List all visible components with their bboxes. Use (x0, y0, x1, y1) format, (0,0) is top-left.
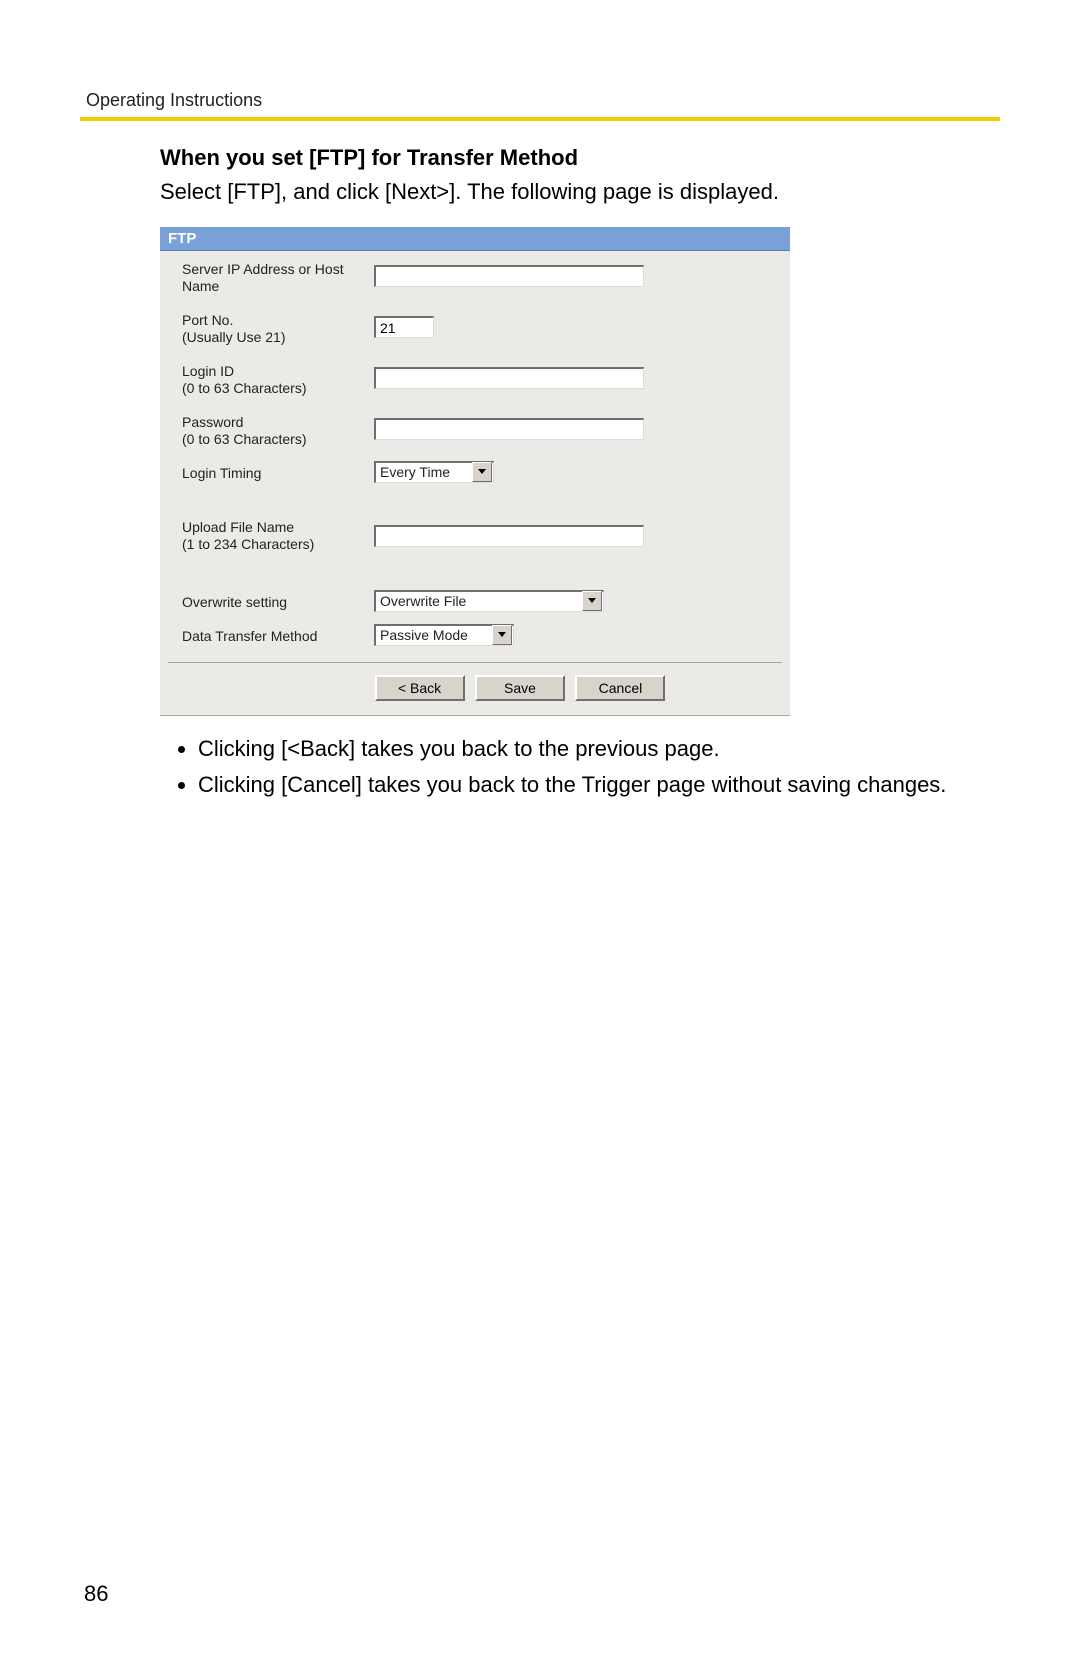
panel-title: FTP (160, 227, 790, 251)
label-transfer-method: Data Transfer Method (160, 618, 368, 652)
overwrite-value: Overwrite File (380, 593, 466, 609)
save-button[interactable]: Save (475, 675, 565, 701)
button-row: < Back Save Cancel (160, 663, 790, 715)
transfer-method-value: Passive Mode (380, 627, 468, 643)
login-timing-value: Every Time (380, 464, 450, 480)
password-input[interactable] (374, 418, 644, 440)
label-server: Server IP Address or Host Name (160, 251, 368, 302)
label-login-timing: Login Timing (160, 455, 368, 489)
login-id-input[interactable] (374, 367, 644, 389)
section-heading: When you set [FTP] for Transfer Method (160, 145, 980, 171)
ftp-settings-panel: FTP Server IP Address or Host Name Port … (160, 227, 790, 716)
transfer-method-select[interactable]: Passive Mode (374, 624, 514, 646)
label-upload-file: Upload File Name(1 to 234 Characters) (160, 489, 368, 584)
list-item: Clicking [<Back] takes you back to the p… (198, 734, 980, 765)
label-port: Port No.(Usually Use 21) (160, 302, 368, 353)
chevron-down-icon (472, 462, 492, 482)
overwrite-select[interactable]: Overwrite File (374, 590, 604, 612)
chevron-down-icon (582, 591, 602, 611)
label-login-id: Login ID(0 to 63 Characters) (160, 353, 368, 404)
server-input[interactable] (374, 265, 644, 287)
notes-list: Clicking [<Back] takes you back to the p… (160, 734, 980, 802)
section-divider (80, 117, 1000, 121)
chevron-down-icon (492, 625, 512, 645)
header-text: Operating Instructions (80, 90, 1000, 111)
label-password: Password(0 to 63 Characters) (160, 404, 368, 455)
page-number: 86 (84, 1581, 108, 1607)
label-overwrite: Overwrite setting (160, 584, 368, 618)
upload-file-input[interactable] (374, 525, 644, 547)
back-button[interactable]: < Back (375, 675, 465, 701)
login-timing-select[interactable]: Every Time (374, 461, 494, 483)
port-input[interactable] (374, 316, 434, 338)
list-item: Clicking [Cancel] takes you back to the … (198, 770, 980, 801)
cancel-button[interactable]: Cancel (575, 675, 665, 701)
intro-paragraph: Select [FTP], and click [Next>]. The fol… (160, 177, 980, 207)
